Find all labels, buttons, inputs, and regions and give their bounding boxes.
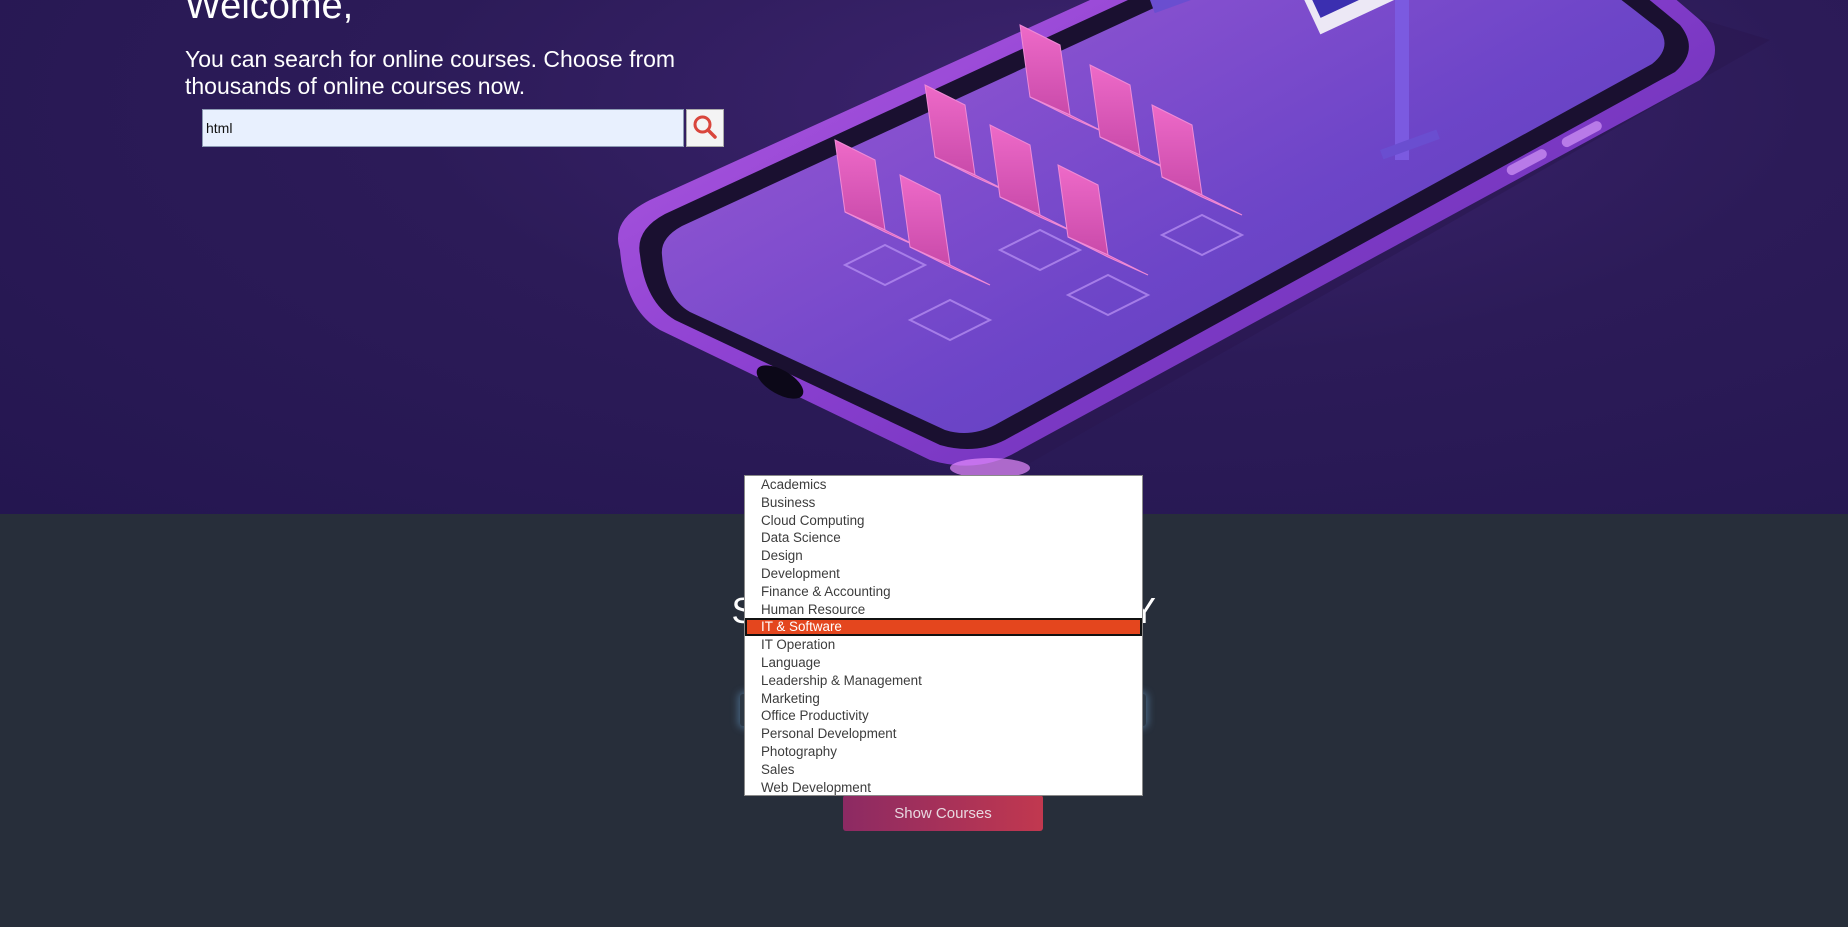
dropdown-options: Academics Business Cloud Computing Data Sci… bbox=[745, 476, 1142, 796]
welcome-heading: Welcome, bbox=[185, 0, 354, 27]
dropdown-option[interactable]: Business bbox=[745, 494, 1142, 512]
dropdown-option[interactable]: Language bbox=[745, 654, 1142, 672]
dropdown-option[interactable]: Development bbox=[745, 565, 1142, 583]
hero-subtitle: You can search for online courses. Choos… bbox=[185, 46, 676, 99]
dropdown-option[interactable]: Personal Development bbox=[745, 725, 1142, 743]
hero-banner: Welcome, You can search for online cours… bbox=[0, 0, 1848, 514]
search-icon bbox=[692, 114, 718, 143]
dropdown-option[interactable]: Office Productivity bbox=[745, 707, 1142, 725]
dropdown-option[interactable]: Leadership & Management bbox=[745, 672, 1142, 690]
dropdown-option[interactable]: IT & Software bbox=[745, 618, 1142, 637]
dropdown-option[interactable]: Cloud Computing bbox=[745, 512, 1142, 530]
dropdown-option[interactable]: Design bbox=[745, 547, 1142, 565]
dropdown-option[interactable]: Marketing bbox=[745, 690, 1142, 708]
dropdown-option[interactable]: IT Operation bbox=[745, 636, 1142, 654]
dropdown-option[interactable]: Sales bbox=[745, 761, 1142, 779]
show-courses-button[interactable]: Show Courses bbox=[843, 795, 1043, 831]
dropdown-option[interactable]: Data Science bbox=[745, 529, 1142, 547]
search-button[interactable] bbox=[686, 109, 724, 147]
course-search-bar bbox=[202, 109, 724, 149]
category-dropdown-list[interactable]: Academics Business Cloud Computing Data Sci… bbox=[744, 475, 1143, 796]
search-input[interactable] bbox=[202, 109, 684, 147]
dropdown-option[interactable]: Web Development bbox=[745, 779, 1142, 797]
dropdown-option[interactable]: Human Resource bbox=[745, 601, 1142, 619]
dropdown-option[interactable]: Finance & Accounting bbox=[745, 583, 1142, 601]
dropdown-option[interactable]: Academics bbox=[745, 476, 1142, 494]
dropdown-option[interactable]: Photography bbox=[745, 743, 1142, 761]
